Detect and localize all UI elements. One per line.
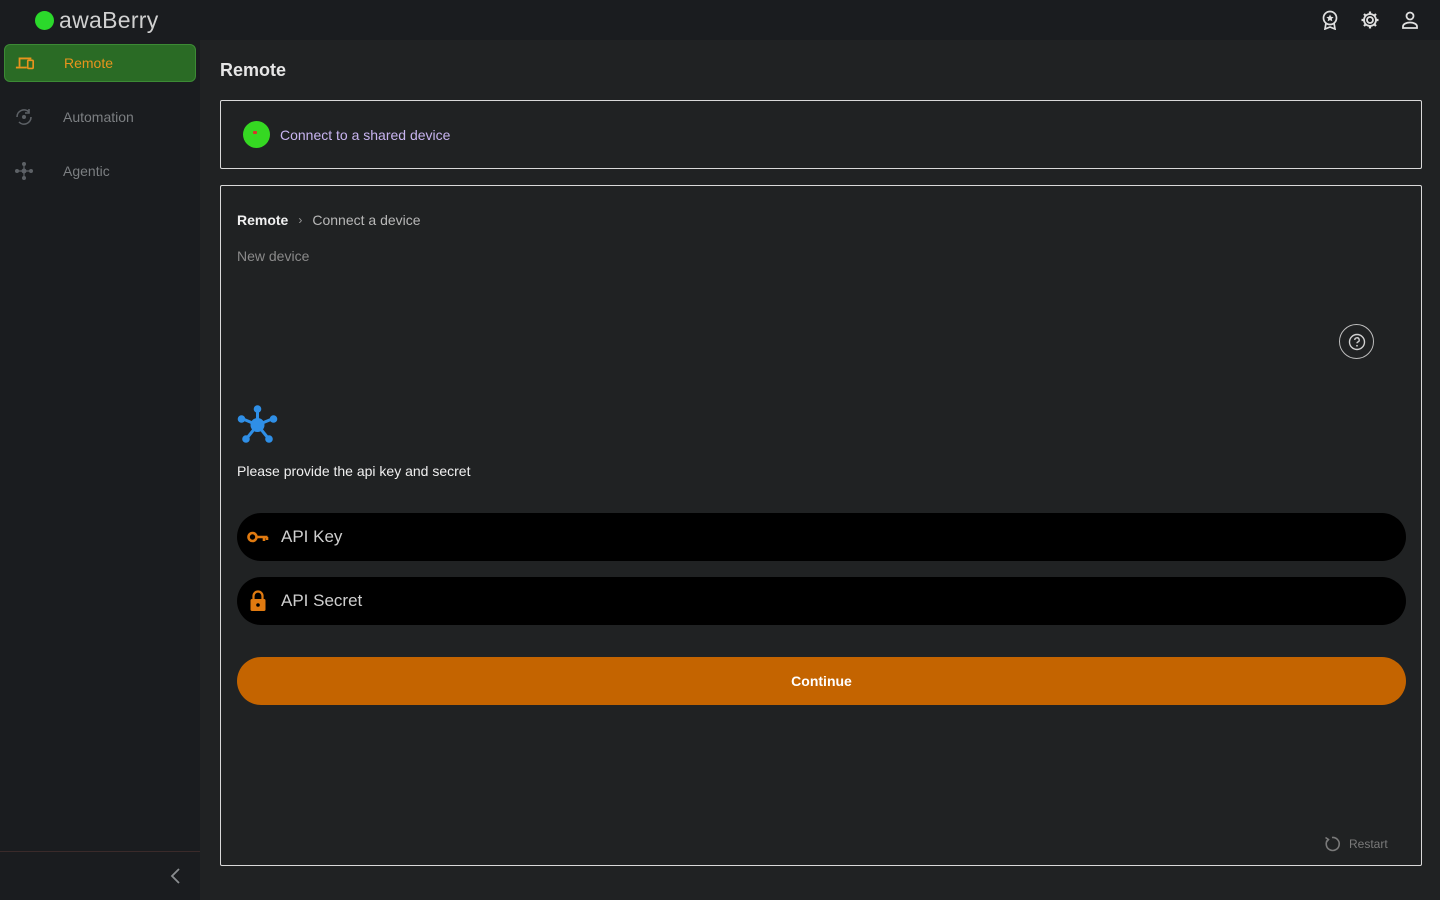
- api-secret-field: [237, 577, 1406, 625]
- breadcrumb: Remote › Connect a device: [237, 212, 421, 228]
- api-secret-input[interactable]: [281, 591, 1406, 611]
- agentic-icon: [14, 161, 34, 181]
- sidebar-item-label: Remote: [64, 55, 114, 71]
- devices-icon: [15, 53, 35, 73]
- api-key-field: [237, 513, 1406, 561]
- shared-device-icon: [243, 121, 270, 148]
- sidebar-item-label: Automation: [63, 109, 134, 125]
- restart-label: Restart: [1349, 837, 1388, 851]
- account-icon[interactable]: [1400, 10, 1420, 30]
- instruction-text: Please provide the api key and secret: [237, 463, 471, 479]
- page-title: Remote: [220, 60, 287, 80]
- breadcrumb-current: Connect a device: [312, 212, 421, 228]
- breadcrumb-root[interactable]: Remote: [237, 212, 288, 228]
- chevron-right-icon: ›: [298, 213, 303, 227]
- chevron-left-icon: [170, 868, 180, 884]
- sidebar-item-remote[interactable]: Remote: [4, 44, 196, 82]
- connect-device-card: Remote › Connect a device New device Ple…: [220, 185, 1422, 866]
- continue-button[interactable]: Continue: [237, 657, 1406, 705]
- help-icon: [1348, 333, 1365, 350]
- restart-icon: [1325, 836, 1340, 852]
- help-button[interactable]: [1339, 324, 1374, 359]
- shared-device-card: Connect to a shared device: [220, 100, 1422, 169]
- automation-icon: [14, 107, 34, 127]
- brand-dot-icon: [35, 10, 54, 30]
- sidebar-item-agentic[interactable]: Agentic: [4, 152, 196, 190]
- hub-icon: [237, 405, 278, 445]
- api-key-input[interactable]: [281, 527, 1406, 547]
- sidebar-item-label: Agentic: [63, 163, 110, 179]
- restart-button[interactable]: Restart: [1323, 835, 1388, 853]
- top-bar: [200, 0, 1440, 40]
- lock-icon: [247, 590, 269, 612]
- collapse-sidebar-button[interactable]: [166, 866, 186, 886]
- key-icon: [247, 526, 269, 548]
- brand-name: awaBerry: [59, 6, 159, 33]
- sidebar: awaBerry Remote Automation Agentic: [0, 0, 200, 900]
- brand-logo[interactable]: awaBerry: [0, 0, 200, 40]
- connect-shared-device-link[interactable]: Connect to a shared device: [280, 127, 450, 143]
- settings-icon[interactable]: [1360, 10, 1380, 30]
- award-icon[interactable]: [1320, 10, 1340, 31]
- section-subtitle: New device: [237, 248, 310, 264]
- sidebar-item-automation[interactable]: Automation: [4, 98, 196, 136]
- sidebar-divider: [0, 851, 200, 852]
